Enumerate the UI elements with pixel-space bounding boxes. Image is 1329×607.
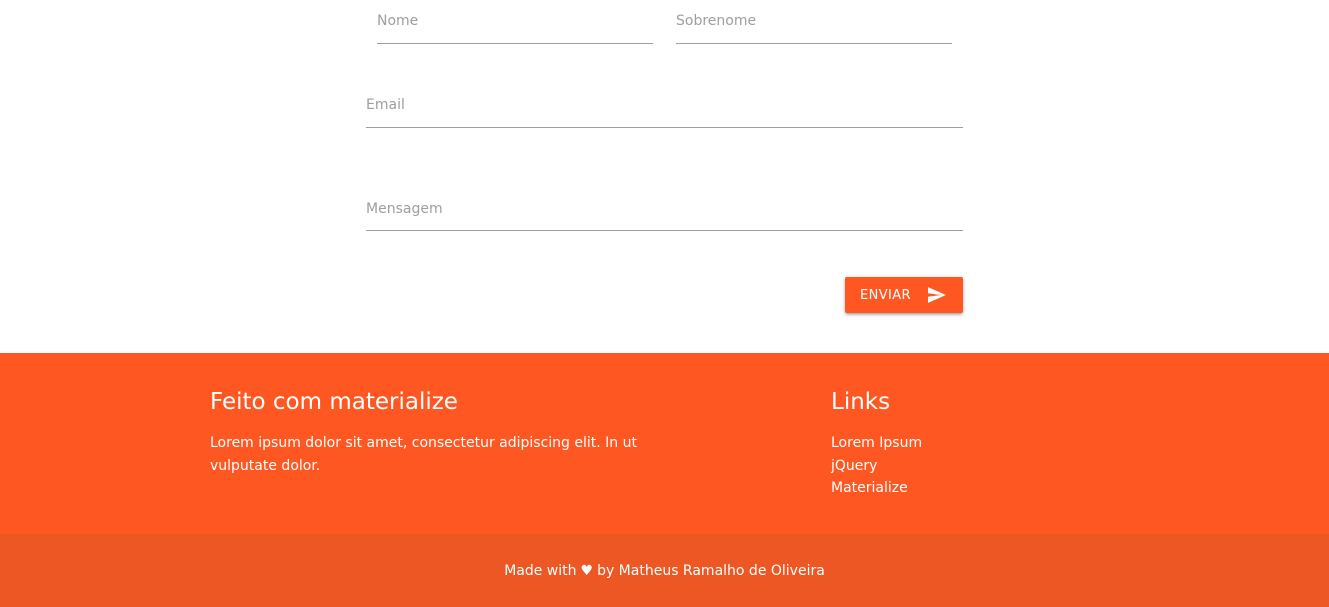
heart-icon: ♥: [580, 562, 594, 579]
first-name-label: Nome: [377, 13, 419, 29]
footer-copyright: Made with ♥ by Matheus Ramalho de Olivei…: [0, 534, 1329, 607]
footer-link-item: jQuery: [831, 455, 922, 478]
footer-link-item: Lorem Ipsum: [831, 432, 922, 455]
last-name-label: Sobrenome: [676, 13, 757, 29]
message-field[interactable]: Mensagem: [366, 187, 963, 231]
footer-links-title: Links: [831, 389, 891, 415]
email-field[interactable]: Email: [366, 84, 963, 128]
last-name-field[interactable]: Sobrenome: [676, 0, 952, 44]
footer-text: Lorem ipsum dolor sit amet, consectetur …: [210, 435, 637, 474]
message-label: Mensagem: [366, 201, 443, 217]
email-label: Email: [366, 97, 405, 113]
footer-links: Lorem Ipsum jQuery Materialize: [831, 432, 922, 500]
footer-link-materialize[interactable]: Materialize: [831, 480, 908, 496]
first-name-field[interactable]: Nome: [377, 0, 653, 44]
send-button-label: ENVIAR: [860, 287, 911, 303]
footer-link-lorem-ipsum[interactable]: Lorem Ipsum: [831, 435, 922, 451]
copyright-prefix: Made with: [504, 562, 577, 579]
copyright-author: by Matheus Ramalho de Oliveira: [597, 562, 825, 579]
send-button[interactable]: ENVIAR: [845, 277, 963, 313]
footer: Feito com materialize Lorem ipsum dolor …: [0, 353, 1329, 534]
footer-link-item: Materialize: [831, 477, 922, 500]
footer-link-jquery[interactable]: jQuery: [831, 458, 877, 474]
footer-title: Feito com materialize: [210, 389, 458, 415]
send-icon: [928, 287, 946, 303]
